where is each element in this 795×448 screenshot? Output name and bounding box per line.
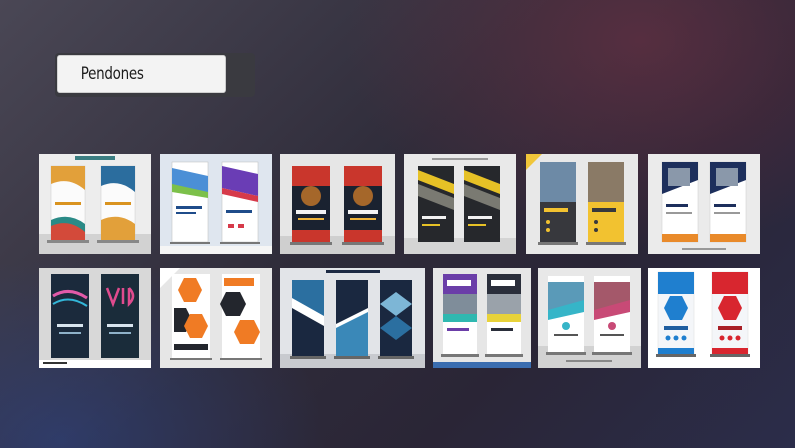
- blue-orange-business-roll-up-thumb[interactable]: [648, 154, 760, 254]
- hexagon-roll-up-thumb[interactable]: [648, 268, 760, 368]
- summer-party-vip-roll-up-thumb[interactable]: [39, 268, 151, 368]
- orange-hexagon-roll-up-thumb[interactable]: [160, 268, 272, 368]
- city-photo-roll-up-thumb[interactable]: [538, 268, 641, 368]
- blue-geometric-roll-up-thumb[interactable]: [280, 268, 425, 368]
- banner-purple-roll-up-thumb[interactable]: [433, 268, 531, 368]
- tools-repair-roll-up-thumb[interactable]: [526, 154, 638, 254]
- page-title-card: Pendones: [55, 53, 255, 97]
- dark-yellow-roll-up-thumb[interactable]: [404, 154, 516, 254]
- roll-up-template-thumb[interactable]: [160, 154, 272, 254]
- page-title: Pendones: [57, 55, 226, 93]
- restaurant-roll-up-thumb[interactable]: [280, 154, 395, 254]
- abstract-roll-up-banner-thumb[interactable]: [39, 154, 151, 254]
